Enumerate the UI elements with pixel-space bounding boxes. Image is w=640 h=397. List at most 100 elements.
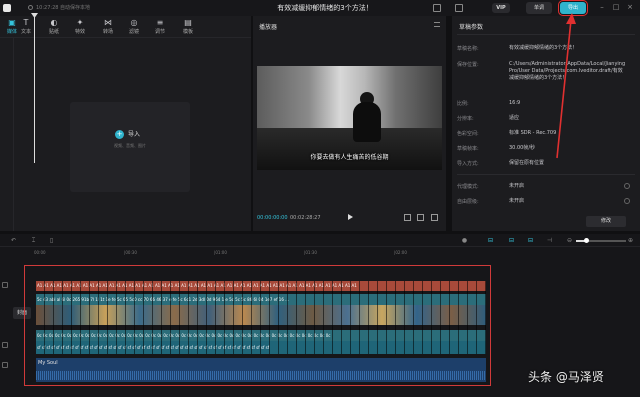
media-panel: ▣ 媒体 T 文本 ◐ 贴纸 ✦ 特效 ⋈ 转场 ◎ 滤镜 ≡ 调节 ▤ 模板 [0,16,251,231]
tab-label: 模板 [182,29,193,35]
tab-label: 转场 [102,29,113,35]
param-value: 保留在原有位置 [509,160,545,166]
media-sidebar [0,38,14,231]
zoom-slider[interactable] [576,238,626,243]
tab-label: 调节 [154,29,165,35]
param-value: 适应 [509,115,520,121]
tab-adjust[interactable]: ≡ 调节 [148,18,172,36]
shortcut-icon[interactable] [455,4,463,12]
param-label: 自由层级: [457,199,479,205]
template-icon: ▤ [184,18,192,27]
playhead[interactable] [34,14,35,163]
import-label: 导入 [128,131,141,138]
mute-track-icon[interactable] [2,362,8,368]
plus-icon: + [115,130,124,139]
import-dropzone[interactable]: + 导入 视频、音频、图片 [70,102,190,192]
undo-icon[interactable]: ↶ [10,237,17,244]
ruler-tick: |01:30 [304,250,317,255]
param-value: 16:9 [509,100,521,106]
linkage-icon[interactable]: ⊟ [527,237,534,244]
menu-icon[interactable] [434,22,440,27]
audio-track-icon[interactable] [2,342,8,348]
preview-axis-icon[interactable]: ⊣ [546,237,553,244]
layout-icon[interactable] [433,4,441,12]
param-value: 30.00帧/秒 [509,145,535,151]
param-label: 导入方式: [457,161,479,167]
tab-label: 滤镜 [128,29,139,35]
param-label: 草稿帧率: [457,146,479,152]
vip-badge[interactable]: VIP [492,3,510,13]
timeline-toolbar: ↶ ⌶ ▯ ● ⊟ ⊟ ⊟ ⊣ ⊖ ⊕ [0,234,640,247]
tab-transition[interactable]: ⋈ 转场 [96,18,120,36]
title-bar: 10:27:28 自动保存本地 有效减缓抑郁情绪的3个方法！ VIP 单调 导出… [0,0,640,16]
close-icon[interactable]: × [626,3,634,11]
import-hint: 视频、音频、图片 [114,143,146,148]
minimize-icon[interactable]: – [598,3,606,11]
zoom-out-icon[interactable]: ⊖ [566,237,573,244]
lock-track-icon[interactable] [2,282,8,288]
param-value: 未开启 [509,198,525,204]
ruler-tick: |01:00 [214,250,227,255]
tab-sticker[interactable]: ◐ 贴纸 [42,18,66,36]
divider [457,34,635,35]
param-label: 比例: [457,101,469,107]
fit-screen-icon[interactable] [404,214,411,221]
autosave-icon [28,5,33,10]
window-title: 有效减缓抑郁情绪的3个方法！ [277,4,373,12]
share-button[interactable]: 单调 [526,2,552,14]
layer-info-icon[interactable] [624,198,630,204]
total-time: 00:02:28:27 [290,215,321,221]
rock-foreground [257,128,442,170]
player-title: 播放器 [259,24,278,31]
annotation-highlight-box [24,265,491,386]
tab-label: 特效 [74,29,85,35]
autosave-text: 10:27:28 自动保存本地 [36,5,91,11]
person-figure [353,102,381,142]
main-track-magnet-icon[interactable]: ⊟ [487,237,494,244]
watermark: 头条 @马泽贤 [528,370,604,384]
sticker-icon: ◐ [50,18,58,27]
param-label: 色彩空间: [457,131,479,137]
maximize-icon[interactable]: □ [612,3,620,11]
tab-label: 贴纸 [48,29,59,35]
time-ruler[interactable]: 00:00 |00:30 |01:00 |01:30 |02:00 [34,250,634,260]
ratio-icon[interactable] [417,214,424,221]
split-icon[interactable]: ⌶ [30,237,37,244]
delete-icon[interactable]: ▯ [48,237,55,244]
asset-toolbar: ▣ 媒体 T 文本 ◐ 贴纸 ✦ 特效 ⋈ 转场 ◎ 滤镜 ≡ 调节 ▤ 模板 [0,16,251,38]
ruler-tick: |02:00 [394,250,407,255]
effect-icon: ✦ [76,18,84,27]
param-value: 未开启 [509,183,525,189]
tab-template[interactable]: ▤ 模板 [176,18,200,36]
play-icon[interactable] [348,214,353,220]
zoom-knob[interactable] [584,238,589,243]
divider [457,174,635,175]
params-title: 草稿参数 [459,24,484,31]
current-time: 00:00:00:00 [257,215,288,221]
player-panel: 播放器 你要去做有人生痛苦的低谷期 00:00:00:00 00:02:28:2… [253,16,446,231]
param-label: 草稿名称: [457,46,479,52]
param-value: C:/Users/Administrator/AppData/Local/Jia… [509,61,626,81]
ruler-tick: 00:00 [34,250,46,255]
video-preview[interactable]: 你要去做有人生痛苦的低谷期 [257,66,442,170]
app-logo-icon[interactable] [3,4,11,12]
param-label: 代理模式: [457,184,479,190]
autosave-info: 10:27:28 自动保存本地 [28,4,90,11]
export-button[interactable]: 导出 [558,0,588,16]
transition-icon: ⋈ [104,18,112,27]
draft-params-panel: 草稿参数 草稿名称: 有效减缓抑郁情绪的3个方法！ 保存位置: C:/Users… [452,16,640,231]
video-subtitle: 你要去做有人生痛苦的低谷期 [310,154,389,161]
microphone-icon[interactable]: ● [461,237,468,244]
tab-effect[interactable]: ✦ 特效 [68,18,92,36]
param-value: 标准 SDR - Rec.709 [509,130,557,136]
proxy-info-icon[interactable] [624,183,630,189]
tab-filter[interactable]: ◎ 滤镜 [122,18,146,36]
zoom-in-icon[interactable]: ⊕ [627,237,634,244]
param-label: 分辨率: [457,116,474,122]
edit-button[interactable]: 修改 [586,216,626,227]
param-label: 保存位置: [457,62,479,68]
filter-icon: ◎ [130,18,138,27]
param-value: 有效减缓抑郁情绪的3个方法！ [509,45,578,51]
auto-snap-icon[interactable]: ⊟ [508,237,515,244]
fullscreen-icon[interactable] [431,214,438,221]
